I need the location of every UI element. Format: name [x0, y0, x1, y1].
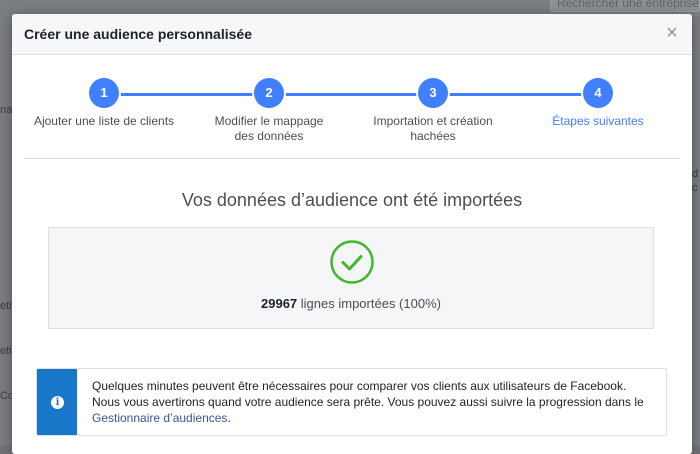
audience-manager-link[interactable]: Gestionnaire d’audiences — [92, 411, 227, 425]
step-number: 3 — [418, 78, 448, 108]
step-3: 3 Importation et création hachées — [353, 78, 513, 144]
info-strip: i — [37, 369, 77, 435]
check-circle-icon — [330, 240, 374, 284]
background-fragment: eti — [0, 300, 12, 312]
custom-audience-dialog: Créer une audience personnalisée × 1 Ajo… — [12, 14, 692, 454]
background-fragment: na — [0, 104, 13, 116]
close-icon[interactable]: × — [664, 23, 680, 43]
info-message-end: . — [227, 411, 231, 425]
step-1: 1 Ajouter une liste de clients — [24, 78, 184, 129]
step-label: Modifier le mappage des données — [214, 114, 324, 143]
step-label: Ajouter une liste de clients — [33, 114, 175, 128]
step-label: Étapes suivantes — [552, 114, 644, 128]
info-message-text: Quelques minutes peuvent être nécessaire… — [92, 379, 644, 409]
imported-rows-suffix: lignes importées (100%) — [297, 296, 441, 311]
step-2: 2 Modifier le mappage des données — [189, 78, 349, 144]
step-number: 4 — [583, 78, 613, 108]
info-icon: i — [51, 396, 64, 409]
background-fragment: d — [692, 168, 699, 180]
import-success-heading: Vos données d’audience ont été importées — [181, 190, 523, 210]
divider — [24, 158, 680, 159]
step-label: Importation et création hachées — [373, 114, 493, 143]
info-message: Quelques minutes peuvent être nécessaire… — [92, 378, 656, 426]
background-search-input: Rechercher une entreprise — [550, 0, 700, 12]
background-fragment: Co — [0, 390, 15, 402]
imported-rows-summary: 29967 lignes importées (100%) — [49, 296, 653, 311]
background-fragment: c — [692, 182, 698, 194]
progress-stepper: 1 Ajouter une liste de clients 2 Modifie… — [24, 78, 680, 148]
dialog-title: Créer une audience personnalisée — [24, 26, 252, 42]
dialog-header: Créer une audience personnalisée × — [12, 14, 692, 55]
imported-rows-count: 29967 — [261, 296, 298, 311]
import-result-panel: 29967 lignes importées (100%) — [48, 227, 654, 329]
step-number: 1 — [89, 78, 119, 108]
background-fragment: eti — [0, 345, 12, 357]
step-4: 4 Étapes suivantes — [518, 78, 678, 129]
info-notice: i Quelques minutes peuvent être nécessai… — [36, 368, 667, 436]
step-number: 2 — [254, 78, 284, 108]
